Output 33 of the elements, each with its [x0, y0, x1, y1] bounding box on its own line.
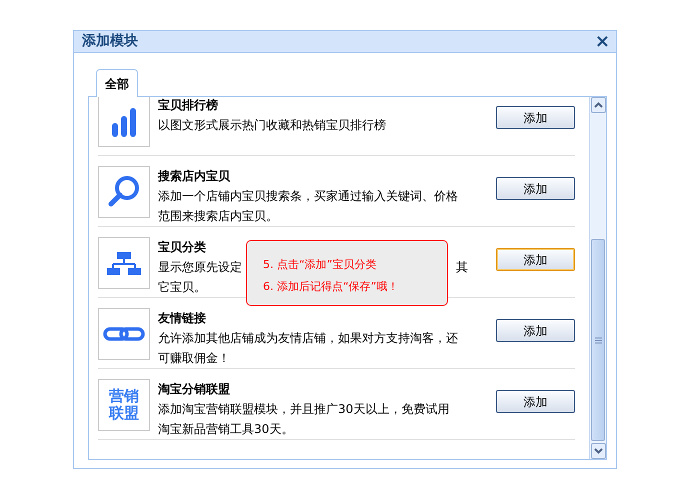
- dialog-title: 添加模块: [82, 32, 138, 51]
- scroll-thumb[interactable]: [591, 239, 605, 441]
- chevron-down-icon: [594, 448, 602, 454]
- grip-icon: [594, 336, 602, 344]
- add-button[interactable]: 添加: [496, 248, 575, 271]
- module-description: 其: [456, 259, 468, 276]
- marketing-logo-icon: 营销 联盟: [109, 388, 139, 422]
- module-name: 友情链接: [158, 310, 207, 327]
- scrollbar[interactable]: [589, 97, 606, 459]
- chevron-up-icon: [594, 102, 602, 108]
- module-description: 以图文形式展示热门收藏和热销宝贝排行榜: [158, 117, 387, 134]
- scroll-down-button[interactable]: [590, 443, 606, 459]
- module-description: 允许添加其他店铺成为友情店铺，如果对方支持淘客，还可赚取佣金！: [158, 330, 458, 367]
- tab[interactable]: 全部: [96, 69, 138, 97]
- module-description: 添加淘宝营销联盟模块，并且推广30天以上，免费试用淘宝新品营销工具30天。: [158, 401, 450, 438]
- tooltip-line: 6. 添加后记得点“保存”哦！: [263, 279, 400, 295]
- module-description: 显示您原先设定: [158, 259, 242, 276]
- chain-link-icon: [103, 327, 145, 341]
- add-button[interactable]: 添加: [496, 390, 575, 413]
- module-name: 淘宝分销联盟: [158, 381, 231, 398]
- module-description: 它宝贝。: [158, 279, 206, 296]
- add-button[interactable]: 添加: [496, 319, 575, 342]
- add-button[interactable]: 添加: [496, 177, 575, 200]
- hierarchy-icon: [107, 250, 141, 276]
- module-name: 宝贝排行榜: [158, 97, 219, 114]
- close-button[interactable]: ×: [594, 32, 610, 50]
- add-button[interactable]: 添加: [496, 106, 575, 129]
- module-description: 添加一个店铺内宝贝搜索条，买家通过输入关键词、价格范围来搜索店内宝贝。: [158, 188, 458, 225]
- tooltip-line: 5. 点击“添加”宝贝分类: [263, 257, 378, 273]
- module-name: 宝贝分类: [158, 239, 207, 256]
- module-name: 搜索店内宝贝: [158, 168, 231, 185]
- scroll-up-button[interactable]: [590, 97, 606, 113]
- search-icon: [107, 175, 141, 209]
